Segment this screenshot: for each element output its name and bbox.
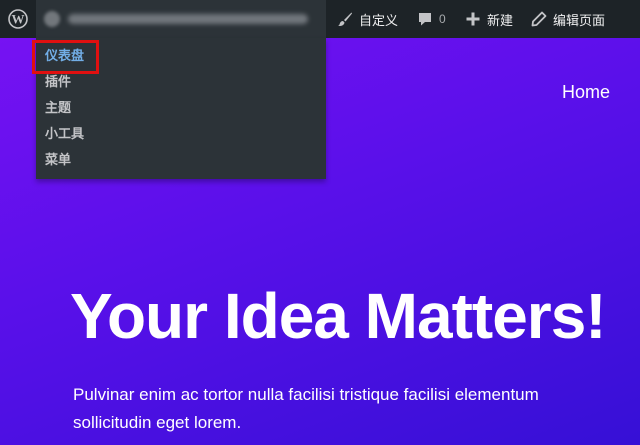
menu-item-dashboard[interactable]: 仪表盘 — [36, 43, 326, 69]
menu-item-plugins[interactable]: 插件 — [36, 69, 326, 95]
customize-button[interactable]: 自定义 — [330, 0, 405, 38]
comment-bubble-icon — [419, 13, 431, 26]
menu-item-menus[interactable]: 菜单 — [36, 147, 326, 173]
new-label: 新建 — [487, 12, 514, 28]
paintbrush-icon — [338, 12, 352, 26]
admin-bar: W 自定义 0 新建 编辑页面 — [0, 0, 640, 38]
edit-page-button[interactable]: 编辑页面 — [524, 0, 612, 38]
hero-description: Pulvinar enim ac tortor nulla facilisi t… — [73, 385, 539, 432]
wordpress-logo-icon[interactable]: W — [0, 0, 36, 38]
hero-title: Your Idea Matters! — [70, 280, 607, 352]
svg-text:W: W — [12, 12, 25, 27]
menu-item-themes[interactable]: 主题 — [36, 95, 326, 121]
plus-icon — [466, 12, 480, 26]
site-name-dropdown: 仪表盘 插件 主题 小工具 菜单 — [36, 38, 326, 179]
edit-page-label: 编辑页面 — [553, 12, 606, 28]
comments-count: 0 — [439, 12, 446, 26]
new-content-button[interactable]: 新建 — [458, 0, 520, 38]
comments-button[interactable]: 0 — [410, 0, 453, 38]
site-name-menu[interactable] — [36, 0, 326, 38]
pencil-icon — [531, 11, 547, 27]
site-name-redacted — [68, 14, 308, 24]
customize-label: 自定义 — [359, 12, 399, 28]
nav-home-link[interactable]: Home — [562, 82, 610, 103]
site-home-icon — [44, 11, 60, 27]
menu-item-widgets[interactable]: 小工具 — [36, 121, 326, 147]
